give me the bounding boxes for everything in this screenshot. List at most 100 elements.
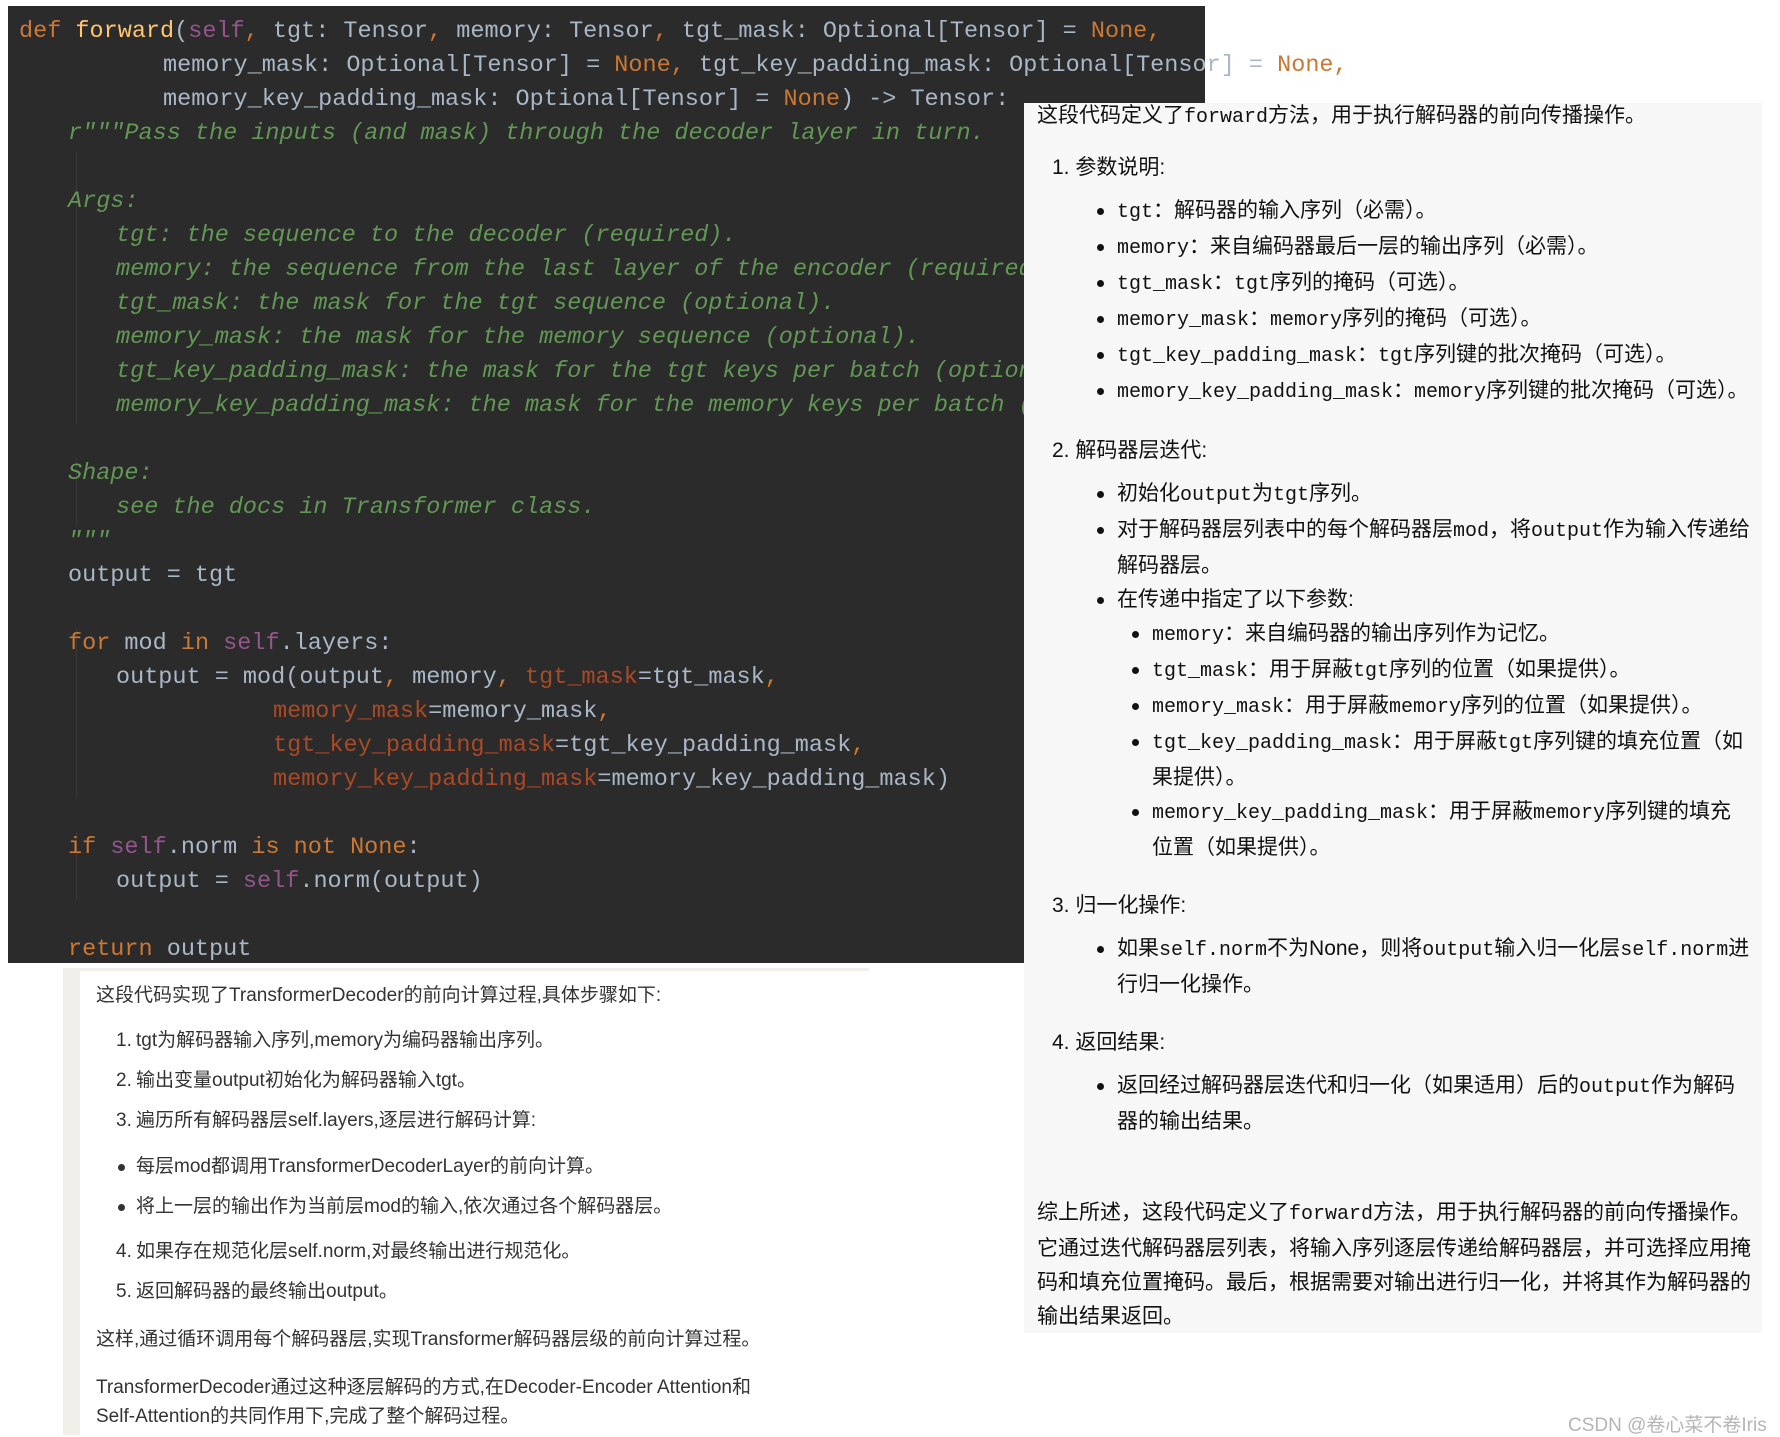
bullet-item: 每层mod都调用TransformerDecoderLayer的前向计算。 xyxy=(96,1152,876,1181)
inline-code: tgt xyxy=(1117,201,1154,224)
code-line: def forward(self, tgt: Tensor, memory: T… xyxy=(19,15,1161,49)
code-token: output = mod(output xyxy=(116,664,384,691)
code-token: r"""Pass the inputs (and mask) through t… xyxy=(68,120,985,147)
section-heading: 1. 参数说明: xyxy=(1052,156,1166,179)
code-token: def xyxy=(19,18,76,45)
inline-code: forward xyxy=(1184,106,1269,129)
numbered-step: 5. 返回解码器的最终输出output。 xyxy=(96,1277,876,1306)
indent-guide xyxy=(76,254,77,424)
text-run: 序列键的批次掩码（可选）。 xyxy=(1414,343,1677,366)
text-run: ： xyxy=(1249,307,1271,330)
code-line: Shape: xyxy=(68,457,153,491)
text-run: ：来自编码器最后一层的输出序列（必需）。 xyxy=(1189,235,1599,258)
code-token: tgt_mask: Optional[Tensor] = xyxy=(681,18,1091,45)
numbered-step: 2. 输出变量output初始化为解码器输入tgt。 xyxy=(96,1066,876,1095)
inline-code: output xyxy=(1180,484,1253,507)
code-line: Args: xyxy=(68,185,139,219)
code-token: .norm xyxy=(166,834,252,861)
bullet-list: 初始化output为tgt序列。 对于解码器层列表中的每个解码器层mod，将out… xyxy=(1052,477,1752,865)
code-token: is not None xyxy=(251,834,407,861)
code-token: tgt: Tensor xyxy=(272,18,429,45)
numbered-step: 1. tgt为解码器输入序列,memory为编码器输出序列。 xyxy=(96,1026,876,1055)
text-run: 方法，用于执行解码器的前向传播操作。 xyxy=(1268,104,1647,127)
list-item: 初始化output为tgt序列。 xyxy=(1097,477,1752,513)
step-number: 2. xyxy=(116,1070,132,1091)
code-token: memory_mask: the mask for the memory seq… xyxy=(116,324,920,351)
code-token: None, xyxy=(614,52,699,79)
inline-code: memory xyxy=(1270,309,1343,332)
code-line: output = mod(output, memory, tgt_mask=tg… xyxy=(116,661,779,695)
code-token: None xyxy=(783,86,840,113)
code-token: : xyxy=(406,834,421,861)
paragraph: TransformerDecoder通过这种逐层解码的方式,在Decoder-E… xyxy=(96,1377,751,1427)
step-number: 4. xyxy=(116,1241,132,1262)
code-token: mod xyxy=(124,630,181,657)
code-line: tgt_key_padding_mask=tgt_key_padding_mas… xyxy=(273,729,865,763)
code-line: memory_mask: the mask for the memory seq… xyxy=(116,321,920,355)
list-item: tgt_mask：tgt序列的掩码（可选）。 xyxy=(1097,266,1752,302)
bullet-list: tgt：解码器的输入序列（必需）。 memory：来自编码器最后一层的输出序列（必… xyxy=(1052,194,1752,410)
code-line: tgt_key_padding_mask: the mask for the t… xyxy=(116,355,1089,389)
text-run: ：来自编码器的输出序列作为记忆。 xyxy=(1224,622,1561,645)
code-token: , xyxy=(653,18,682,45)
code-token: tgt_key_padding_mask: the mask for the t… xyxy=(116,358,1090,385)
list-item: 返回经过解码器层迭代和归一化（如果适用）后的output作为解码器的输出结果。 xyxy=(1097,1069,1752,1139)
text-run: ： xyxy=(1393,379,1415,402)
code-line: r"""Pass the inputs (and mask) through t… xyxy=(68,117,985,151)
code-token: memory: Tensor xyxy=(456,18,654,45)
code-line: memory_mask: Optional[Tensor] = None, tg… xyxy=(163,49,1348,83)
code-token: tgt_key_padding_mask xyxy=(273,732,556,759)
list-item: memory：来自编码器最后一层的输出序列（必需）。 xyxy=(1097,230,1752,266)
list-item: tgt_key_padding_mask：tgt序列键的批次掩码（可选）。 xyxy=(1097,338,1752,374)
list-item: memory_mask：用于屏蔽memory序列的位置（如果提供）。 xyxy=(1132,689,1752,725)
inline-code: tgt_mask xyxy=(1117,273,1214,296)
code-token: forward xyxy=(75,18,175,45)
code-token: for xyxy=(68,630,125,657)
code-token: ) -> Tensor: xyxy=(839,86,1010,113)
code-token: , xyxy=(597,698,612,725)
inline-code: tgt xyxy=(1353,660,1390,683)
bullet-list: 返回经过解码器层迭代和归一化（如果适用）后的output作为解码器的输出结果。 xyxy=(1052,1069,1752,1139)
code-token: output = xyxy=(116,868,243,895)
text-run: ：用于屏蔽 xyxy=(1392,730,1498,753)
inline-code: output xyxy=(1422,939,1495,962)
code-line: memory_key_padding_mask: the mask for th… xyxy=(116,389,1174,423)
right-panel-title: 这段代码定义了forward方法，用于执行解码器的前向传播操作。 xyxy=(1037,99,1646,135)
code-line: memory_key_padding_mask=memory_key_paddi… xyxy=(273,763,950,797)
bullet-dot xyxy=(118,1204,125,1211)
code-token: =tgt_key_padding_mask xyxy=(555,732,852,759)
code-token: tgt_mask: the mask for the tgt sequence … xyxy=(116,290,836,317)
list-item: 如果self.norm不为None，则将output输入归一化层self.nor… xyxy=(1097,932,1752,1002)
inline-code: self.norm xyxy=(1620,939,1729,962)
text-run: 这段代码定义了 xyxy=(1037,104,1184,127)
right-panel-summary: 综上所述，这段代码定义了forward方法，用于执行解码器的前向传播操作。它通过… xyxy=(1037,1196,1759,1334)
quote-bar xyxy=(63,968,80,1435)
code-token: =memory_mask xyxy=(428,698,598,725)
code-token: in xyxy=(180,630,224,657)
watermark: CSDN @卷心菜不卷Iris xyxy=(1568,1415,1767,1436)
paragraph: 这样,通过循环调用每个解码器层,实现Transformer解码器层级的前向计算过… xyxy=(96,1329,761,1350)
text-run: ： xyxy=(1357,343,1379,366)
list-item: 对于解码器层列表中的每个解码器层mod，将output作为输入传递给解码器层。 xyxy=(1097,513,1752,583)
text-run: 序列的位置（如果提供）。 xyxy=(1461,694,1703,717)
list-item: memory_key_padding_mask：用于屏蔽memory序列键的填充… xyxy=(1132,795,1752,865)
code-token: self xyxy=(188,18,245,45)
inline-code: memory xyxy=(1389,696,1462,719)
text-run: 不为None，则将 xyxy=(1267,937,1423,960)
step-text: 输出变量output初始化为解码器输入tgt。 xyxy=(136,1070,476,1091)
text-run: 序列的位置（如果提供）。 xyxy=(1389,658,1631,681)
inline-code: tgt xyxy=(1273,484,1310,507)
code-token: if xyxy=(68,834,111,861)
inline-code: memory xyxy=(1152,624,1225,647)
code-token: , xyxy=(851,732,866,759)
bullet-item: 将上一层的输出作为当前层mod的输入,依次通过各个解码器层。 xyxy=(96,1192,876,1221)
section-heading: 2. 解码器层迭代: xyxy=(1052,439,1208,462)
code-token: self xyxy=(242,868,300,895)
step-text: 遍历所有解码器层self.layers,逐层进行解码计算: xyxy=(136,1110,537,1131)
code-token: self xyxy=(110,834,167,861)
inline-code: tgt xyxy=(1497,732,1534,755)
list-item: memory_key_padding_mask：memory序列键的批次掩码（可… xyxy=(1097,374,1752,410)
code-token: .layers: xyxy=(279,630,393,657)
intro-text: 这段代码实现了TransformerDecoder的前向计算过程,具体步骤如下: xyxy=(96,985,662,1006)
right-panel-sections: 1. 参数说明: tgt：解码器的输入序列（必需）。 memory：来自编码器最后一… xyxy=(1052,151,1752,1139)
